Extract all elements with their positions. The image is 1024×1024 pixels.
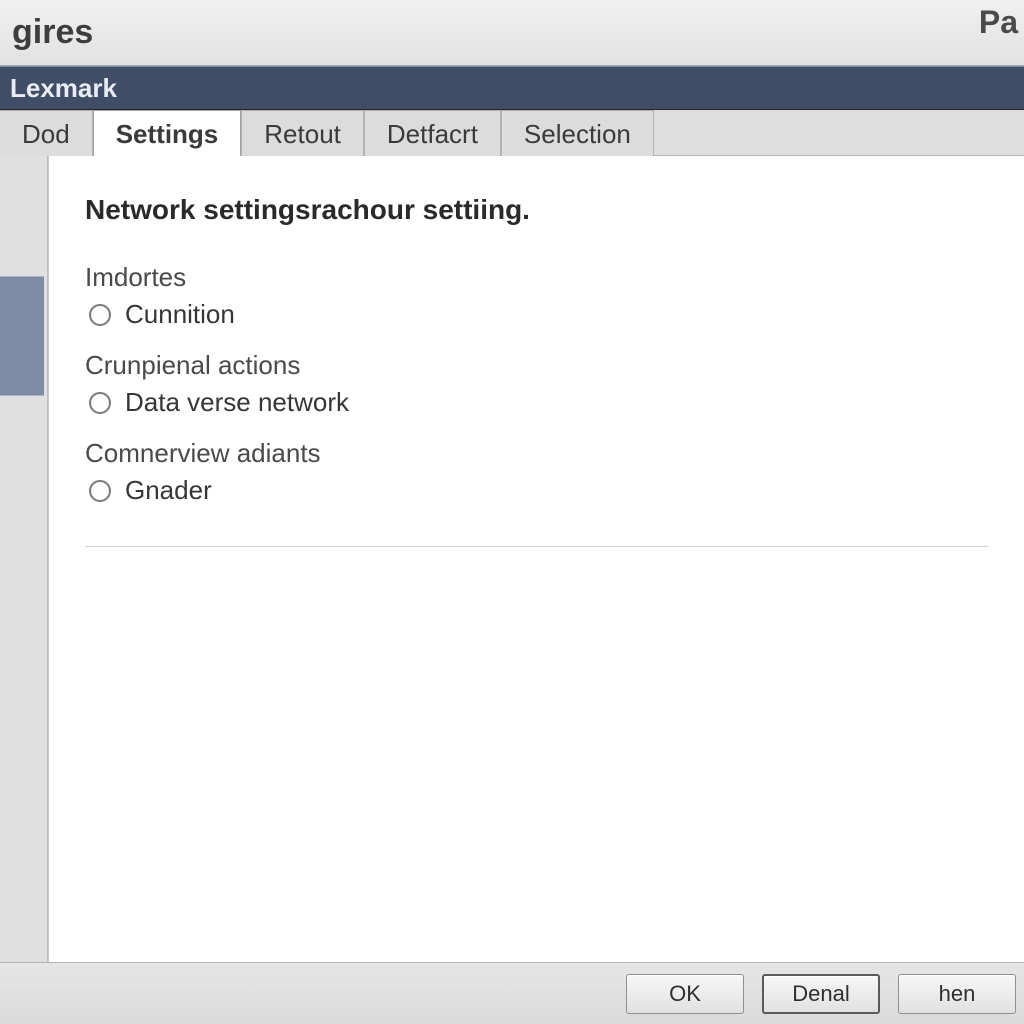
titlebar-corner-label: Pa xyxy=(979,4,1018,41)
radio-icon[interactable] xyxy=(89,480,111,502)
workspace: Network settingsrachour settiing. Imdort… xyxy=(0,156,1024,962)
help-button[interactable]: hen xyxy=(898,974,1016,1014)
tab-detfacrt[interactable]: Detfacrt xyxy=(364,110,501,156)
tab-settings[interactable]: Settings xyxy=(93,110,242,156)
ok-button[interactable]: OK xyxy=(626,974,744,1014)
tab-dod[interactable]: Dod xyxy=(0,110,93,156)
divider xyxy=(85,546,988,547)
dialog-footer: OK Denal hen xyxy=(0,962,1024,1024)
radio-icon[interactable] xyxy=(89,304,111,326)
radio-icon[interactable] xyxy=(89,392,111,414)
tabstrip: Dod Settings Retout Detfacrt Selection xyxy=(0,110,1024,156)
cancel-button[interactable]: Denal xyxy=(762,974,880,1014)
subheader-bar: Lexmark xyxy=(0,66,1024,110)
group-label-1: Imdortes xyxy=(85,262,988,293)
radio-row-data-verse[interactable]: Data verse network xyxy=(89,387,988,418)
tab-retout[interactable]: Retout xyxy=(241,110,364,156)
tab-selection[interactable]: Selection xyxy=(501,110,654,156)
sidebar xyxy=(0,156,48,962)
titlebar: gires Pa xyxy=(0,0,1024,66)
window-title: gires xyxy=(12,13,93,52)
subheader-label: Lexmark xyxy=(10,73,117,104)
group-label-2: Crunpienal actions xyxy=(85,350,988,381)
group-label-3: Comnerview adiants xyxy=(85,438,988,469)
content-panel: Network settingsrachour settiing. Imdort… xyxy=(48,156,1024,962)
radio-label: Data verse network xyxy=(125,387,349,418)
section-title: Network settingsrachour settiing. xyxy=(85,194,988,226)
radio-row-cunnition[interactable]: Cunnition xyxy=(89,299,988,330)
dialog-window: gires Pa Lexmark Dod Settings Retout Det… xyxy=(0,0,1024,1024)
radio-label: Cunnition xyxy=(125,299,235,330)
radio-label: Gnader xyxy=(125,475,212,506)
sidebar-active-marker[interactable] xyxy=(0,276,44,396)
radio-row-gnader[interactable]: Gnader xyxy=(89,475,988,506)
